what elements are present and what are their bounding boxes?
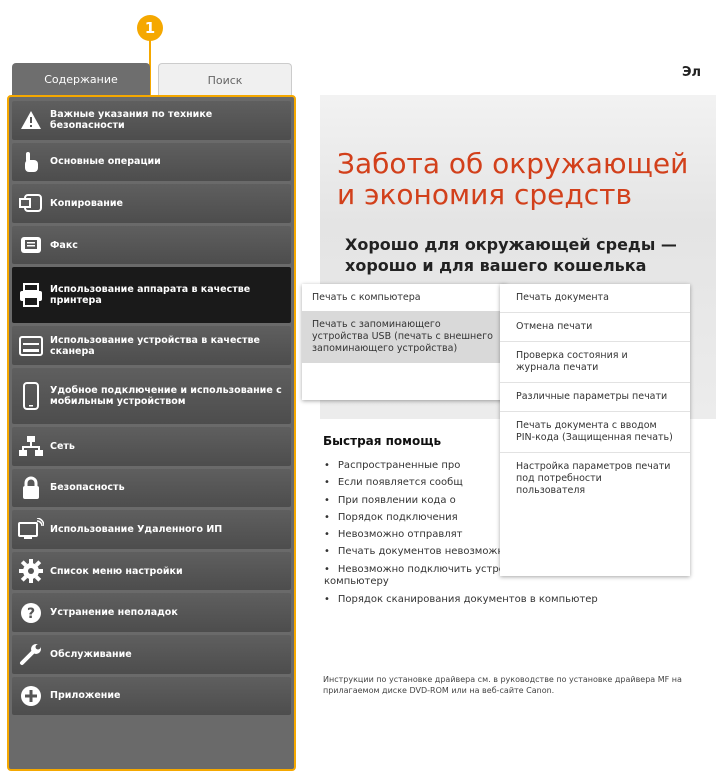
sidebar-item-label: Основные операции xyxy=(50,156,161,168)
callout-number: 1 xyxy=(137,15,163,41)
scanner-icon xyxy=(12,335,50,357)
sidebar-item-security[interactable]: Безопасность xyxy=(12,468,291,508)
svg-text:?: ? xyxy=(27,606,35,622)
network-icon xyxy=(12,435,50,457)
submenu-item-cancel-print[interactable]: Отмена печати xyxy=(500,313,690,342)
question-icon: ? xyxy=(12,602,50,624)
banner-subtitle-line-1: Хорошо для окружающей среды — xyxy=(345,235,677,254)
print-from-computer-submenu: Печать документа Отмена печати Проверка … xyxy=(500,284,690,576)
header-text-fragment: Эл xyxy=(682,65,702,80)
mobile-icon xyxy=(12,381,50,410)
sidebar-item-label: Список меню настройки xyxy=(50,565,183,577)
sidebar-item-maintenance[interactable]: Обслуживание xyxy=(12,634,291,674)
submenu-item-print-from-usb[interactable]: Печать с запоминающего устройства USB (п… xyxy=(302,311,507,363)
sidebar-item-safety[interactable]: Важные указания по технике безопасности xyxy=(12,101,291,140)
sidebar-item-label: Факс xyxy=(50,239,78,251)
sidebar-item-scanner[interactable]: Использование устройства в качестве скан… xyxy=(12,326,291,365)
submenu-item-print-document[interactable]: Печать документа xyxy=(500,284,690,313)
sidebar-item-troubleshooting[interactable]: ? Устранение неполадок xyxy=(12,593,291,632)
gear-icon xyxy=(12,559,50,584)
banner-title: Забота об окружающей и экономия средств xyxy=(337,148,688,210)
quick-help-title: Быстрая помощь xyxy=(323,434,442,448)
printer-icon xyxy=(12,283,50,308)
sidebar-item-label: Обслуживание xyxy=(50,648,132,660)
banner-title-line-1: Забота об окружающей xyxy=(337,147,689,180)
banner-subtitle: Хорошо для окружающей среды — хорошо и д… xyxy=(345,234,677,276)
sidebar-item-label: Важные указания по технике безопасности xyxy=(50,109,213,132)
sidebar-item-label: Использование аппарата в качестве принте… xyxy=(50,284,251,307)
submenu-item-print-settings[interactable]: Различные параметры печати xyxy=(500,383,690,412)
tab-search[interactable]: Поиск xyxy=(158,63,292,96)
sidebar-item-copy[interactable]: Копирование xyxy=(12,184,291,223)
copy-icon xyxy=(12,193,50,213)
printer-submenu: Печать с компьютера Печать с запоминающе… xyxy=(302,284,507,400)
warning-icon xyxy=(12,110,50,130)
remote-ui-icon xyxy=(12,518,50,540)
submenu-item-secured-print[interactable]: Печать документа с вводом PIN-кода (Защи… xyxy=(500,412,690,453)
sidebar-item-label: Устранение неполадок xyxy=(50,607,178,619)
quick-help-link[interactable]: Порядок сканирования документов в компью… xyxy=(324,594,624,611)
banner-subtitle-line-2: хорошо и для вашего кошелька xyxy=(345,256,647,275)
sidebar-item-network[interactable]: Сеть xyxy=(12,426,291,466)
banner-title-line-2: и экономия средств xyxy=(337,178,632,211)
sidebar-item-fax[interactable]: Факс xyxy=(12,225,291,265)
sidebar-item-label: Сеть xyxy=(50,440,75,452)
hand-icon xyxy=(12,151,50,173)
driver-install-note: Инструкции по установке драйвера см. в р… xyxy=(323,675,682,695)
sidebar-item-mobile[interactable]: Удобное подключение и использование с мо… xyxy=(12,367,291,424)
sidebar-item-label: Использование устройства в качестве скан… xyxy=(50,334,260,357)
sidebar-item-appendix[interactable]: Приложение xyxy=(12,676,291,716)
wrench-icon xyxy=(12,642,50,666)
fax-icon xyxy=(12,235,50,255)
submenu-item-print-from-computer[interactable]: Печать с компьютера xyxy=(302,284,507,311)
sidebar-item-settings-menu[interactable]: Список меню настройки xyxy=(12,551,291,591)
submenu-item-print-status-log[interactable]: Проверка состояния и журнала печати xyxy=(500,342,690,383)
sidebar-contents: Важные указания по технике безопасности … xyxy=(7,95,296,771)
sidebar-item-label: Приложение xyxy=(50,690,121,702)
sidebar-item-label: Безопасность xyxy=(50,482,125,494)
sidebar-item-label: Копирование xyxy=(50,197,123,209)
submenu-item-custom-print-settings[interactable]: Настройка параметров печати под потребно… xyxy=(500,453,690,505)
lock-icon xyxy=(12,476,50,500)
plus-icon xyxy=(12,685,50,707)
sidebar-item-remote-ui[interactable]: Использование Удаленного ИП xyxy=(12,510,291,549)
sidebar-item-label: Использование Удаленного ИП xyxy=(50,523,223,535)
sidebar-item-printer[interactable]: Использование аппарата в качестве принте… xyxy=(12,267,291,324)
sidebar-item-basic-operations[interactable]: Основные операции xyxy=(12,142,291,182)
sidebar-item-label: Удобное подключение и использование с мо… xyxy=(50,384,282,407)
tab-contents[interactable]: Содержание xyxy=(12,63,150,95)
